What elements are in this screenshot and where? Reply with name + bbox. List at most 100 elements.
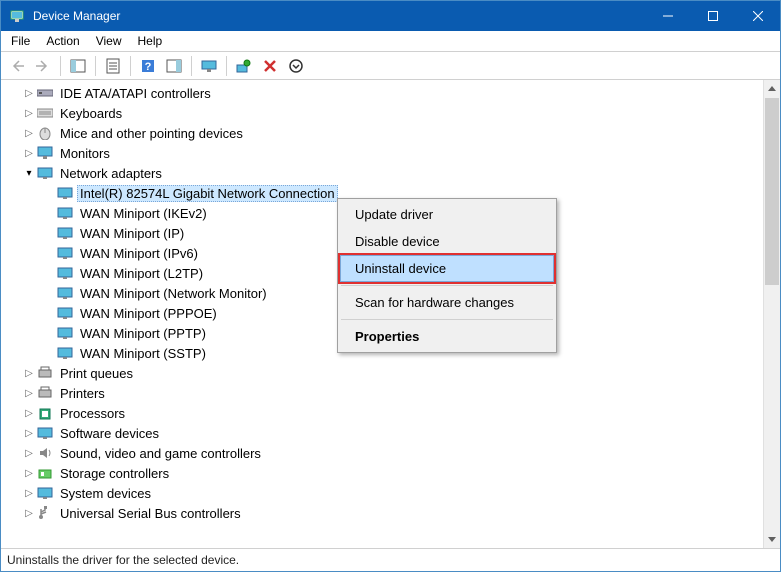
print-queue-icon xyxy=(37,365,53,381)
context-menu-uninstall-device[interactable]: Uninstall device xyxy=(340,255,554,282)
tree-category-monitors[interactable]: ▷Monitors xyxy=(1,143,763,163)
printer-icon xyxy=(37,385,53,401)
title-bar: Device Manager xyxy=(1,1,780,31)
svg-text:?: ? xyxy=(145,61,152,73)
context-menu-update-driver[interactable]: Update driver xyxy=(340,201,554,228)
context-menu-separator xyxy=(341,285,553,286)
tree-category-keyboards[interactable]: ▷Keyboards xyxy=(1,103,763,123)
cpu-icon xyxy=(37,405,53,421)
tree-category-processors[interactable]: ▷Processors xyxy=(1,403,763,423)
vertical-scrollbar[interactable] xyxy=(763,80,780,548)
expand-icon[interactable]: ▷ xyxy=(21,108,37,119)
context-menu-scan-hardware[interactable]: Scan for hardware changes xyxy=(340,289,554,316)
toolbar-separator xyxy=(95,56,96,76)
collapse-icon[interactable]: ▾ xyxy=(21,168,37,179)
toolbar-show-hide-tree-button[interactable] xyxy=(66,54,90,78)
context-menu[interactable]: Update driver Disable device Uninstall d… xyxy=(337,198,557,353)
down-circle-icon xyxy=(288,58,304,74)
nic-icon xyxy=(57,265,73,281)
expand-icon[interactable]: ▷ xyxy=(21,88,37,99)
toolbar-action-button[interactable] xyxy=(162,54,186,78)
tree-category-sound[interactable]: ▷Sound, video and game controllers xyxy=(1,443,763,463)
tree-category-mice[interactable]: ▷Mice and other pointing devices xyxy=(1,123,763,143)
monitor-icon xyxy=(201,58,217,74)
minimize-button[interactable] xyxy=(645,1,690,31)
menu-action[interactable]: Action xyxy=(38,32,87,50)
forward-arrow-icon xyxy=(35,58,51,74)
menu-file[interactable]: File xyxy=(3,32,38,50)
expand-icon[interactable]: ▷ xyxy=(21,428,37,439)
menu-help[interactable]: Help xyxy=(130,32,171,50)
toolbar-separator xyxy=(191,56,192,76)
toolbar-back-button xyxy=(5,54,29,78)
help-icon: ? xyxy=(140,58,156,74)
keyboard-icon xyxy=(37,105,53,121)
menu-view[interactable]: View xyxy=(88,32,130,50)
toolbar-separator xyxy=(226,56,227,76)
storage-controller-icon xyxy=(37,465,53,481)
context-menu-properties[interactable]: Properties xyxy=(340,323,554,350)
monitor-icon xyxy=(37,145,53,161)
expand-icon[interactable]: ▷ xyxy=(21,468,37,479)
tree-category-software[interactable]: ▷Software devices xyxy=(1,423,763,443)
menu-bar: File Action View Help xyxy=(1,31,780,52)
nic-icon xyxy=(57,185,73,201)
system-device-icon xyxy=(37,485,53,501)
minimize-icon xyxy=(663,11,673,21)
context-menu-disable-device[interactable]: Disable device xyxy=(340,228,554,255)
expand-icon[interactable]: ▷ xyxy=(21,128,37,139)
tree-category-ide[interactable]: ▷IDE ATA/ATAPI controllers xyxy=(1,83,763,103)
maximize-button[interactable] xyxy=(690,1,735,31)
expand-icon[interactable]: ▷ xyxy=(21,368,37,379)
mouse-icon xyxy=(37,125,53,141)
content-area: ▷IDE ATA/ATAPI controllers ▷Keyboards ▷M… xyxy=(1,80,780,549)
toolbar-properties-button[interactable] xyxy=(101,54,125,78)
toolbar-uninstall-button[interactable] xyxy=(258,54,282,78)
tree-category-printers[interactable]: ▷Printers xyxy=(1,383,763,403)
close-button[interactable] xyxy=(735,1,780,31)
scroll-up-button[interactable] xyxy=(764,80,780,97)
toolbar-separator xyxy=(60,56,61,76)
tree-category-printqueues[interactable]: ▷Print queues xyxy=(1,363,763,383)
sound-icon xyxy=(37,445,53,461)
scan-icon xyxy=(236,58,252,74)
scroll-down-button[interactable] xyxy=(764,531,780,548)
tree-category-system[interactable]: ▷System devices xyxy=(1,483,763,503)
toolbar-scan-button[interactable] xyxy=(232,54,256,78)
expand-icon[interactable]: ▷ xyxy=(21,148,37,159)
tree-category-storage[interactable]: ▷Storage controllers xyxy=(1,463,763,483)
toolbar-forward-button xyxy=(31,54,55,78)
nic-icon xyxy=(57,205,73,221)
nic-icon xyxy=(57,225,73,241)
close-icon xyxy=(753,11,763,21)
app-icon xyxy=(9,8,25,24)
toolbar-help-button[interactable]: ? xyxy=(136,54,160,78)
toolbar-enable-button[interactable] xyxy=(284,54,308,78)
toolbar-separator xyxy=(130,56,131,76)
nic-icon xyxy=(57,305,73,321)
expand-icon[interactable]: ▷ xyxy=(21,408,37,419)
tree-category-network[interactable]: ▾Network adapters xyxy=(1,163,763,183)
window-title: Device Manager xyxy=(33,9,645,23)
status-text: Uninstalls the driver for the selected d… xyxy=(7,553,239,567)
expand-icon[interactable]: ▷ xyxy=(21,508,37,519)
status-bar: Uninstalls the driver for the selected d… xyxy=(1,549,780,571)
context-menu-separator xyxy=(341,319,553,320)
expand-icon[interactable]: ▷ xyxy=(21,448,37,459)
maximize-icon xyxy=(708,11,718,21)
toolbar-update-driver-button[interactable] xyxy=(197,54,221,78)
scrollbar-thumb[interactable] xyxy=(765,98,779,285)
nic-icon xyxy=(57,345,73,361)
x-icon xyxy=(262,58,278,74)
properties-icon xyxy=(105,58,121,74)
expand-icon[interactable]: ▷ xyxy=(21,388,37,399)
nic-icon xyxy=(57,285,73,301)
tree-panel-icon xyxy=(70,58,86,74)
expand-icon[interactable]: ▷ xyxy=(21,488,37,499)
tree-category-usb[interactable]: ▷Universal Serial Bus controllers xyxy=(1,503,763,523)
ide-controller-icon xyxy=(37,85,53,101)
nic-icon xyxy=(57,325,73,341)
chevron-up-icon xyxy=(768,86,776,91)
software-device-icon xyxy=(37,425,53,441)
usb-icon xyxy=(37,505,53,521)
